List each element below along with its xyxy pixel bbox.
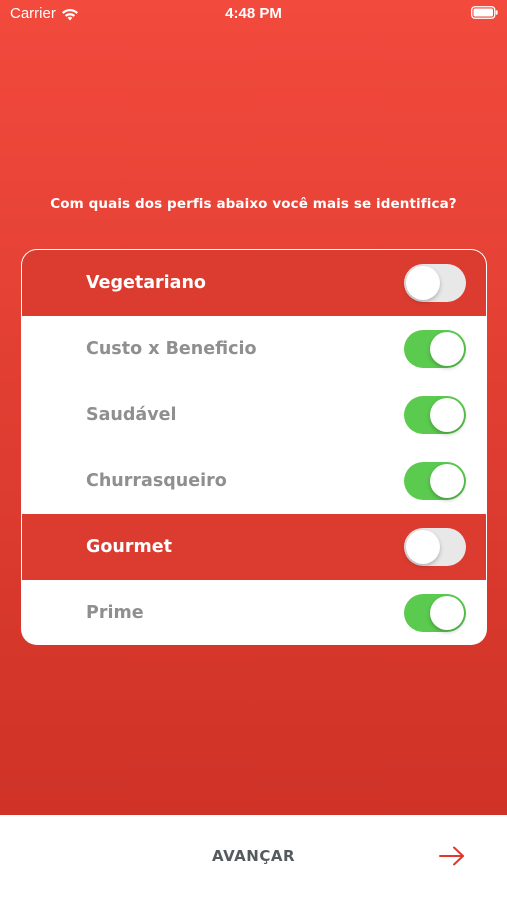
profile-label: Gourmet [86,537,172,557]
next-button[interactable]: AVANÇAR [0,815,507,900]
next-button-label: AVANÇAR [211,847,295,865]
profile-row-saudavel: Saudável [22,382,486,448]
profile-row-gourmet: Gourmet [22,514,486,580]
profiles-card: Vegetariano Custo x Beneficio Saudável C… [21,249,487,645]
saudavel-toggle[interactable] [404,396,466,434]
profile-label: Vegetariano [86,273,206,293]
status-bar: Carrier 4:48 PM [0,0,507,26]
toggle-knob [430,464,464,498]
profile-row-vegetariano: Vegetariano [22,250,486,316]
question-text: Com quais dos perfis abaixo você mais se… [50,196,457,212]
profile-label: Churrasqueiro [86,471,227,491]
toggle-knob [406,530,440,564]
vegetariano-toggle[interactable] [404,264,466,302]
toggle-knob [430,596,464,630]
toggle-knob [406,266,440,300]
profile-row-churrasqueiro: Churrasqueiro [22,448,486,514]
profile-row-prime: Prime [22,580,486,644]
toggle-knob [430,332,464,366]
churrasqueiro-toggle[interactable] [404,462,466,500]
profile-row-custo-beneficio: Custo x Beneficio [22,316,486,382]
profile-label: Prime [86,603,144,623]
arrow-right-icon[interactable] [438,845,466,867]
toggle-knob [430,398,464,432]
status-time: 4:48 PM [225,5,282,22]
custo-beneficio-toggle[interactable] [404,330,466,368]
prime-toggle[interactable] [404,594,466,632]
battery-icon [471,6,498,19]
profile-label: Custo x Beneficio [86,339,257,359]
gourmet-toggle[interactable] [404,528,466,566]
profile-label: Saudável [86,405,177,425]
main-screen: Carrier 4:48 PM Com quais dos perfis aba… [0,0,507,815]
bottom-bar: AVANÇAR [0,815,507,900]
